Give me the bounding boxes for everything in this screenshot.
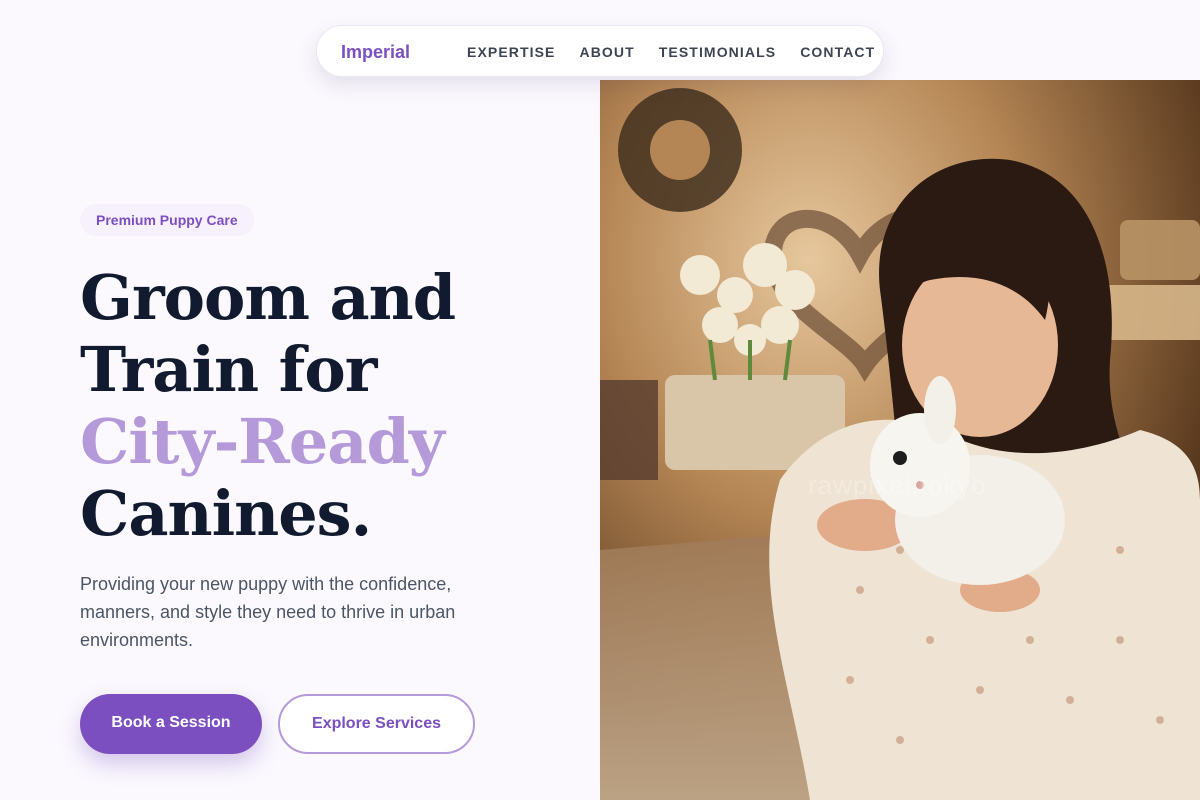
nav-links: EXPERTISE ABOUT TESTIMONIALS CONTACT: [467, 26, 875, 78]
explore-services-button[interactable]: Explore Services: [278, 694, 475, 754]
photo-illustration: [600, 80, 1200, 800]
nav-link-contact[interactable]: CONTACT: [800, 44, 875, 60]
brand-logo-link[interactable]: Imperial: [341, 26, 410, 78]
headline-line-2: Train for: [80, 333, 377, 406]
hero-photo: rawpixel.tokyo: [600, 80, 1200, 800]
image-watermark: rawpixel.tokyo: [808, 470, 987, 500]
nav-link-about[interactable]: ABOUT: [579, 44, 634, 60]
headline-accent: City-Ready: [80, 405, 445, 478]
headline-line-4: Canines.: [80, 477, 372, 550]
nav-link-expertise[interactable]: EXPERTISE: [467, 44, 555, 60]
landing-page: Imperial EXPERTISE ABOUT TESTIMONIALS CO…: [0, 0, 1200, 800]
hero-badge: Premium Puppy Care: [80, 204, 254, 236]
hero-headline: Groom and Train for City-Ready Canines.: [80, 262, 580, 550]
book-session-button[interactable]: Book a Session: [80, 694, 262, 754]
top-nav: Imperial EXPERTISE ABOUT TESTIMONIALS CO…: [316, 25, 884, 77]
nav-link-testimonials[interactable]: TESTIMONIALS: [659, 44, 776, 60]
headline-line-1: Groom and: [80, 261, 456, 334]
hero-subtext: Providing your new puppy with the confid…: [80, 574, 456, 650]
